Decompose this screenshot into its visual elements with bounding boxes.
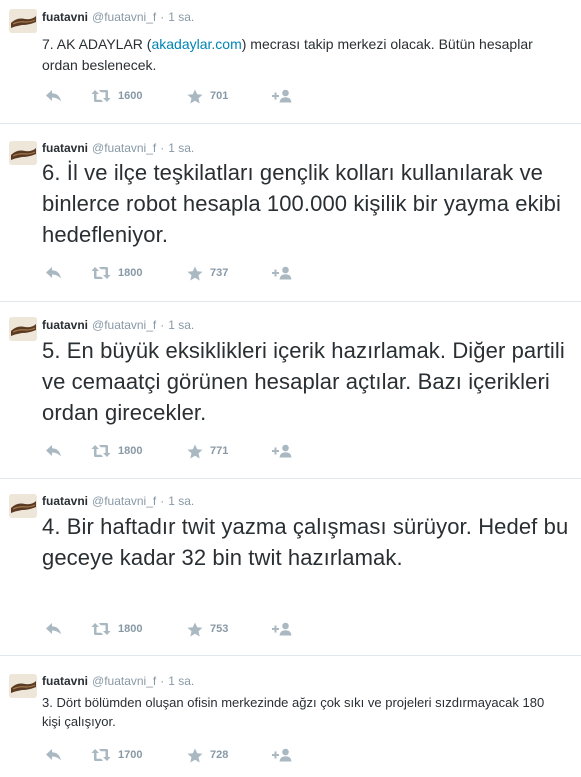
tweet-text: 4. Bir haftadır twit yazma çalışması sür…: [42, 514, 569, 570]
author-handle[interactable]: @fuatavni_f: [92, 318, 156, 332]
follow-button[interactable]: [271, 87, 293, 105]
follow-button[interactable]: [271, 746, 293, 764]
author-handle[interactable]: @fuatavni_f: [92, 494, 156, 508]
add-user-icon: [272, 266, 292, 280]
tweet-header: fuatavni @fuatavni_f · 1 sa.: [42, 140, 194, 156]
retweet-count: 1800: [118, 445, 143, 457]
retweet-button[interactable]: 1800: [91, 620, 142, 638]
star-icon: [187, 89, 203, 103]
reply-arrow-icon: [46, 267, 61, 279]
tweet-text-part: 7. AK ADAYLAR (: [42, 36, 152, 52]
tweet-text: 6. İl ve ilçe teşkilatları gençlik kolla…: [42, 160, 562, 247]
separator-dot: ·: [160, 318, 165, 332]
tweet-item: fuatavni @fuatavni_f · 1 sa. 5. En büyük ek…: [0, 302, 581, 479]
reply-button[interactable]: [45, 620, 62, 638]
tweet-link[interactable]: akadaylar.com: [151, 36, 241, 52]
tweet-feed: fuatavni @fuatavni_f · 1 sa. 7. AK ADAYLAR …: [0, 0, 581, 777]
reply-button[interactable]: [45, 87, 62, 105]
separator-dot: ·: [160, 674, 165, 688]
tweet-item: fuatavni @fuatavni_f · 1 sa. 7. AK ADAYLAR …: [0, 0, 581, 124]
retweet-button[interactable]: 1800: [91, 264, 142, 282]
author-handle[interactable]: @fuatavni_f: [92, 10, 156, 24]
tweet-timestamp[interactable]: 1 sa.: [168, 318, 194, 332]
retweet-icon: [91, 267, 111, 279]
reply-button[interactable]: [45, 264, 62, 282]
tweet-actions: 1800 737: [45, 264, 345, 282]
favorite-count: 753: [210, 623, 229, 635]
tweet-text: 5. En büyük eksiklikleri içerik hazırlam…: [42, 338, 565, 425]
star-icon: [187, 266, 203, 280]
favorite-count: 728: [210, 749, 229, 761]
author-handle[interactable]: @fuatavni_f: [92, 674, 156, 688]
retweet-icon: [91, 90, 111, 102]
retweet-icon: [91, 445, 111, 457]
avatar[interactable]: [9, 141, 37, 165]
follow-button[interactable]: [271, 264, 293, 282]
tweet-item: fuatavni @fuatavni_f · 1 sa. 4. Bir haftadı…: [0, 479, 581, 656]
author-handle[interactable]: @fuatavni_f: [92, 141, 156, 155]
author-name[interactable]: fuatavni: [42, 674, 88, 688]
favorite-count: 701: [210, 90, 229, 102]
tweet-header: fuatavni @fuatavni_f · 1 sa.: [42, 317, 194, 333]
follow-button[interactable]: [271, 442, 293, 460]
tweet-actions: 1800 771: [45, 442, 345, 460]
favorite-button[interactable]: 753: [187, 620, 228, 638]
tweet-timestamp[interactable]: 1 sa.: [168, 674, 194, 688]
tweet-text: 3. Dört bölümden oluşan ofisin merkezind…: [42, 695, 545, 729]
add-user-icon: [272, 89, 292, 103]
reply-button[interactable]: [45, 746, 62, 764]
author-name[interactable]: fuatavni: [42, 318, 88, 332]
author-name[interactable]: fuatavni: [42, 494, 88, 508]
separator-dot: ·: [160, 494, 165, 508]
tweet-timestamp[interactable]: 1 sa.: [168, 494, 194, 508]
author-name[interactable]: fuatavni: [42, 10, 88, 24]
tweet-header: fuatavni @fuatavni_f · 1 sa.: [42, 9, 194, 25]
add-user-icon: [272, 622, 292, 636]
retweet-button[interactable]: 1600: [91, 87, 142, 105]
reply-arrow-icon: [46, 90, 61, 102]
avatar[interactable]: [9, 674, 37, 698]
tweet-header: fuatavni @fuatavni_f · 1 sa.: [42, 673, 194, 689]
favorite-button[interactable]: 737: [187, 264, 228, 282]
retweet-count: 1800: [118, 267, 143, 279]
star-icon: [187, 444, 203, 458]
follow-button[interactable]: [271, 620, 293, 638]
avatar[interactable]: [9, 317, 37, 341]
favorite-count: 737: [210, 267, 229, 279]
tweet-text: 7. AK ADAYLAR (akadaylar.com) mecrası ta…: [42, 34, 552, 76]
tweet-actions: 1600 701: [45, 87, 345, 105]
favorite-button[interactable]: 728: [187, 746, 228, 764]
tweet-timestamp[interactable]: 1 sa.: [168, 141, 194, 155]
reply-arrow-icon: [46, 749, 61, 761]
retweet-count: 1700: [118, 749, 143, 761]
add-user-icon: [272, 748, 292, 762]
author-name[interactable]: fuatavni: [42, 141, 88, 155]
favorite-button[interactable]: 701: [187, 87, 228, 105]
tweet-actions: 1700 728: [45, 746, 345, 764]
avatar[interactable]: [9, 494, 37, 518]
favorite-count: 771: [210, 445, 229, 457]
avatar[interactable]: [9, 9, 37, 33]
separator-dot: ·: [160, 141, 165, 155]
retweet-button[interactable]: 1700: [91, 746, 142, 764]
reply-arrow-icon: [46, 445, 61, 457]
reply-button[interactable]: [45, 442, 62, 460]
separator-dot: ·: [160, 10, 165, 24]
tweet-header: fuatavni @fuatavni_f · 1 sa.: [42, 493, 194, 509]
star-icon: [187, 748, 203, 762]
retweet-count: 1600: [118, 90, 143, 102]
retweet-count: 1800: [118, 623, 143, 635]
retweet-icon: [91, 749, 111, 761]
tweet-item: fuatavni @fuatavni_f · 1 sa. 6. İl ve ilçe …: [0, 124, 581, 302]
favorite-button[interactable]: 771: [187, 442, 228, 460]
tweet-timestamp[interactable]: 1 sa.: [168, 10, 194, 24]
tweet-actions: 1800 753: [45, 620, 345, 638]
retweet-button[interactable]: 1800: [91, 442, 142, 460]
reply-arrow-icon: [46, 623, 61, 635]
tweet-item: fuatavni @fuatavni_f · 1 sa. 3. Dört bölümd…: [0, 656, 581, 777]
add-user-icon: [272, 444, 292, 458]
retweet-icon: [91, 623, 111, 635]
star-icon: [187, 622, 203, 636]
